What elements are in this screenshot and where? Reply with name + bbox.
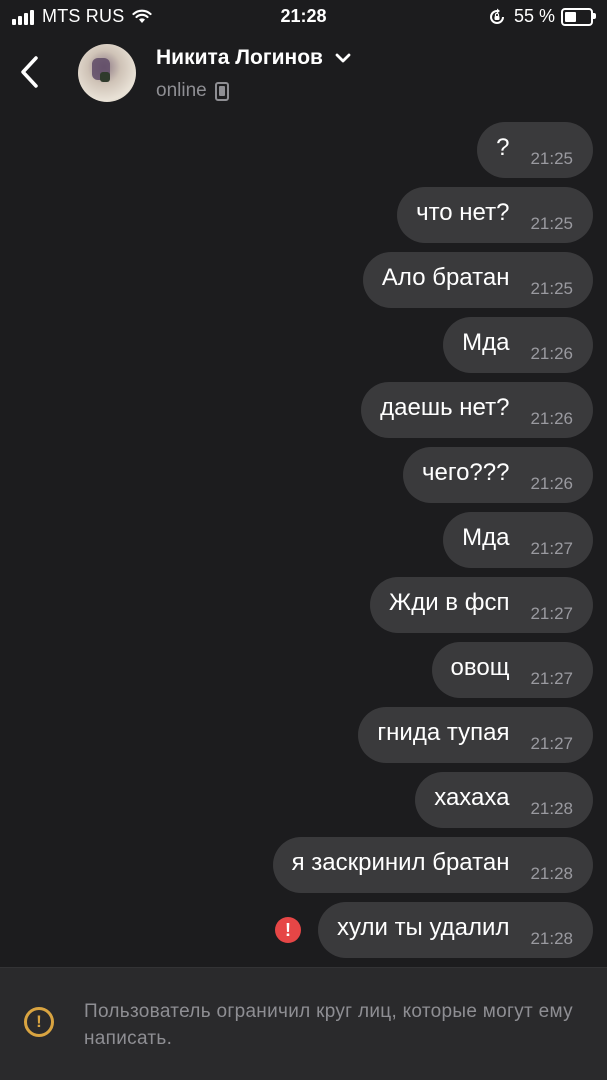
message-time: 21:25 <box>530 214 573 233</box>
contact-name-button[interactable]: Никита Логинов <box>156 46 351 70</box>
chat-header: Никита Логинов online <box>0 34 607 114</box>
message-row: даешь нет? 21:26 <box>361 382 593 438</box>
message-text: что нет? <box>416 199 510 226</box>
notice-text: Пользователь ограничил круг лиц, которые… <box>84 1001 573 1049</box>
contact-name: Никита Логинов <box>156 46 323 69</box>
battery-icon <box>561 7 596 26</box>
message-bubble[interactable]: хахаха 21:28 <box>415 772 593 828</box>
message-time: 21:25 <box>530 149 573 168</box>
message-text: ? <box>496 134 510 161</box>
message-bubble[interactable]: Жди в фсп 21:27 <box>370 577 593 633</box>
message-time: 21:28 <box>530 799 573 818</box>
avatar[interactable] <box>78 44 136 102</box>
message-row: Жди в фсп 21:27 <box>370 577 593 633</box>
message-row: Мда 21:27 <box>443 512 593 568</box>
message-time: 21:27 <box>530 669 573 688</box>
exclamation-circle-icon[interactable]: ! <box>275 917 302 943</box>
message-row: Ало братан 21:25 <box>362 252 593 308</box>
message-time: 21:28 <box>530 929 573 948</box>
message-time: 21:25 <box>530 279 573 298</box>
message-row: гнида тупая 21:27 <box>358 707 593 763</box>
message-bubble[interactable]: что нет? 21:25 <box>397 187 593 243</box>
message-time: 21:26 <box>530 409 573 428</box>
message-row: что нет? 21:25 <box>397 187 593 243</box>
message-row: чего??? 21:26 <box>402 447 593 503</box>
battery-percent: 55 % <box>513 6 555 26</box>
message-bubble[interactable]: Мда 21:26 <box>443 317 593 373</box>
message-row: хахаха 21:28 <box>415 772 593 828</box>
status-bar-right: 55 % <box>488 6 596 27</box>
status-bar: MTS RUS 21:28 55 % <box>0 0 607 34</box>
message-text: хахаха <box>434 784 510 811</box>
message-text: чего??? <box>421 459 510 486</box>
message-time: 21:27 <box>530 604 573 623</box>
message-time: 21:27 <box>530 539 573 558</box>
message-bubble[interactable]: я заскринил братан 21:28 <box>272 837 593 893</box>
message-bubble[interactable]: гнида тупая 21:27 <box>358 707 593 763</box>
message-text: гнида тупая <box>377 719 510 746</box>
message-time: 21:26 <box>530 344 573 363</box>
contact-status: online <box>156 80 229 102</box>
message-row: овощ 21:27 <box>431 642 593 698</box>
message-text: Мда <box>462 329 510 356</box>
message-text: хули ты удалил <box>337 914 510 941</box>
message-row: я заскринил братан 21:28 <box>272 837 593 893</box>
message-bubble[interactable]: Мда 21:27 <box>443 512 593 568</box>
message-time: 21:28 <box>530 864 573 883</box>
warning-circle-icon: ! <box>24 1007 54 1037</box>
restriction-notice: ! Пользователь ограничил круг лиц, котор… <box>0 967 607 1080</box>
back-button[interactable] <box>14 52 44 92</box>
message-row: ! хули ты удалил 21:28 <box>275 902 593 958</box>
chevron-down-icon <box>335 53 351 63</box>
message-bubble[interactable]: чего??? 21:26 <box>402 447 593 503</box>
message-time: 21:27 <box>530 734 573 753</box>
message-row: ? 21:25 <box>477 122 593 178</box>
orientation-lock-icon <box>490 8 504 24</box>
message-bubble[interactable]: ? 21:25 <box>477 122 593 178</box>
phone-icon <box>214 81 229 101</box>
message-bubble[interactable]: овощ 21:27 <box>431 642 593 698</box>
online-status: online <box>156 80 207 101</box>
message-text: овощ <box>450 654 510 681</box>
message-list: ? 21:25 что нет? 21:25 Ало братан 21:25 Мда 21:… <box>33 122 593 967</box>
message-bubble[interactable]: хули ты удалил 21:28 <box>318 902 593 958</box>
message-bubble[interactable]: даешь нет? 21:26 <box>361 382 593 438</box>
message-time: 21:26 <box>530 474 573 493</box>
message-text: я заскринил братан <box>291 849 510 876</box>
message-text: Ало братан <box>381 264 510 291</box>
message-bubble[interactable]: Ало братан 21:25 <box>362 252 593 308</box>
message-row: Мда 21:26 <box>443 317 593 373</box>
message-text: Жди в фсп <box>389 589 510 616</box>
message-text: даешь нет? <box>380 394 510 421</box>
chevron-left-icon <box>21 56 38 88</box>
message-text: Мда <box>462 524 510 551</box>
